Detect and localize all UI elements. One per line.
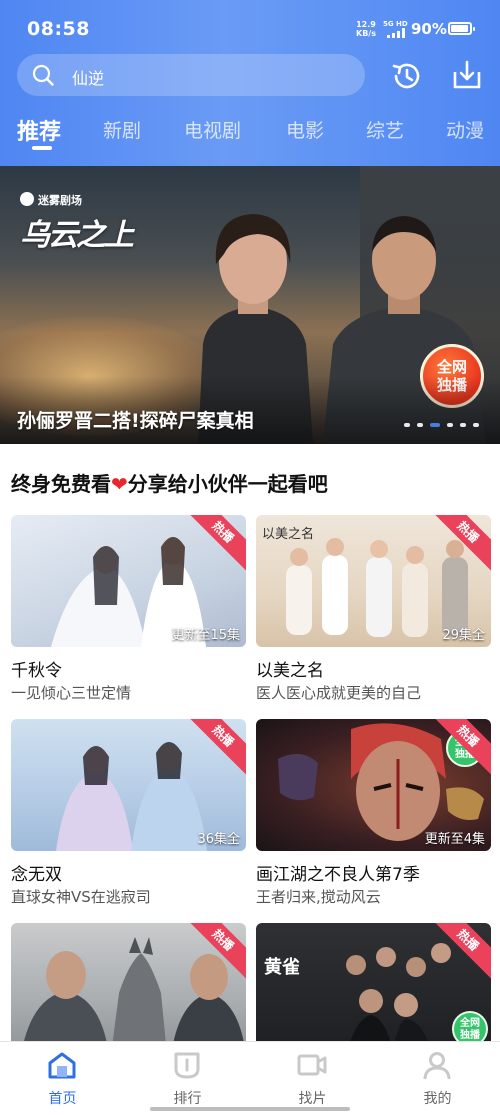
- video-title: 画江湖之不良人第7季: [256, 865, 420, 885]
- video-description: 一见倾心三世定情: [11, 684, 132, 702]
- network-speed: 12.9 KB/s: [356, 20, 376, 38]
- status-bar: 08:58 12.9 KB/s 5G HD 90%: [0, 0, 500, 56]
- video-thumbnail: 热播 36集全: [11, 719, 246, 851]
- heart-icon: ❤: [111, 472, 128, 496]
- status-time: 08:58: [27, 18, 90, 40]
- video-card[interactable]: 热播: [11, 923, 246, 1055]
- video-card[interactable]: 热播 36集全 念无双 直球女神VS在逃寂司: [11, 719, 246, 914]
- battery-icon: [448, 22, 475, 35]
- profile-icon: [423, 1052, 451, 1079]
- search-icon: [32, 64, 54, 86]
- tab-tv-series[interactable]: 电视剧: [184, 116, 241, 143]
- nav-home[interactable]: 首页: [0, 1042, 125, 1115]
- banner-show-title: 乌云之上: [20, 218, 134, 253]
- episode-label: 更新至15集: [171, 628, 240, 643]
- tab-movie[interactable]: 电影: [286, 116, 324, 143]
- history-icon[interactable]: [390, 59, 424, 93]
- battery-percent: 90%: [411, 20, 447, 38]
- episode-label: 29集全: [442, 628, 485, 643]
- tab-new-drama[interactable]: 新剧: [103, 116, 141, 143]
- video-card[interactable]: 热播 更新至15集 千秋令 一见倾心三世定情: [11, 515, 246, 710]
- video-thumbnail: 热播: [11, 923, 246, 1055]
- video-title: 以美之名: [256, 661, 324, 681]
- video-card[interactable]: 全网 独播 热播 更新至4集 画江湖之不良人第7季 王者归来,搅动风云: [256, 719, 491, 914]
- thumbnail-overlay-text: 以美之名: [262, 527, 315, 542]
- video-thumbnail: 黄雀 全网 独播 热播: [256, 923, 491, 1055]
- video-description: 直球女神VS在逃寂司: [11, 888, 151, 906]
- video-description: 王者归来,搅动风云: [256, 888, 381, 906]
- home-icon: [48, 1052, 76, 1079]
- carousel-dot[interactable]: [417, 423, 423, 427]
- wifi-label: 5G HD: [383, 20, 408, 28]
- brand-logo-icon: [20, 192, 34, 206]
- video-description: 医人医心成就更美的自己: [256, 684, 422, 702]
- video-card[interactable]: 以美之名 热播 29集全 以美之名 医人医心成就更美的自己: [256, 515, 491, 710]
- banner-brand: 迷雾剧场: [38, 194, 82, 207]
- tab-anime[interactable]: 动漫: [446, 116, 484, 143]
- nav-profile[interactable]: 我的: [375, 1042, 500, 1115]
- video-thumbnail: 全网 独播 热播 更新至4集: [256, 719, 491, 851]
- signal-icon: [387, 28, 405, 38]
- carousel-dot[interactable]: [404, 423, 410, 427]
- thumbnail-overlay-text: 黄雀: [264, 957, 300, 978]
- download-icon[interactable]: [450, 58, 484, 92]
- video-title: 念无双: [11, 865, 62, 885]
- episode-label: 更新至4集: [424, 832, 485, 847]
- tab-recommend[interactable]: 推荐: [17, 114, 61, 146]
- ranking-icon: [174, 1052, 200, 1079]
- carousel-dot[interactable]: [430, 423, 440, 427]
- video-thumbnail: 以美之名 热播 29集全: [256, 515, 491, 647]
- search-bar[interactable]: 仙逆: [17, 54, 365, 96]
- section-title: 终身免费看❤分享给小伙伴一起看吧: [11, 472, 328, 496]
- video-title: 千秋令: [11, 661, 62, 681]
- carousel-dot[interactable]: [473, 423, 479, 427]
- top-header: 08:58 12.9 KB/s 5G HD 90% 仙逆 推荐 新剧 电视剧 电…: [0, 0, 500, 166]
- category-tabs: 推荐 新剧 电视剧 电影 综艺 动漫: [0, 110, 500, 158]
- search-query: 仙逆: [72, 69, 105, 88]
- home-indicator: [150, 1107, 350, 1111]
- episode-label: 36集全: [197, 832, 240, 847]
- tab-variety[interactable]: 综艺: [366, 116, 404, 143]
- tab-active-indicator: [32, 146, 52, 150]
- nav-ranking[interactable]: 排行: [125, 1042, 250, 1115]
- bottom-navigation: 首页 排行 找片 我的: [0, 1041, 500, 1115]
- nav-find-video[interactable]: 找片: [250, 1042, 375, 1115]
- video-thumbnail: 热播 更新至15集: [11, 515, 246, 647]
- carousel-dot[interactable]: [460, 423, 466, 427]
- video-card[interactable]: 黄雀 全网 独播 热播: [256, 923, 491, 1055]
- hero-banner[interactable]: 迷雾剧场 乌云之上 全网 独播 孙俪罗晋二搭!探碎尸案真相: [0, 166, 500, 444]
- banner-caption: 孙俪罗晋二搭!探碎尸案真相: [17, 410, 254, 432]
- video-search-icon: [297, 1054, 327, 1076]
- carousel-dot[interactable]: [447, 423, 453, 427]
